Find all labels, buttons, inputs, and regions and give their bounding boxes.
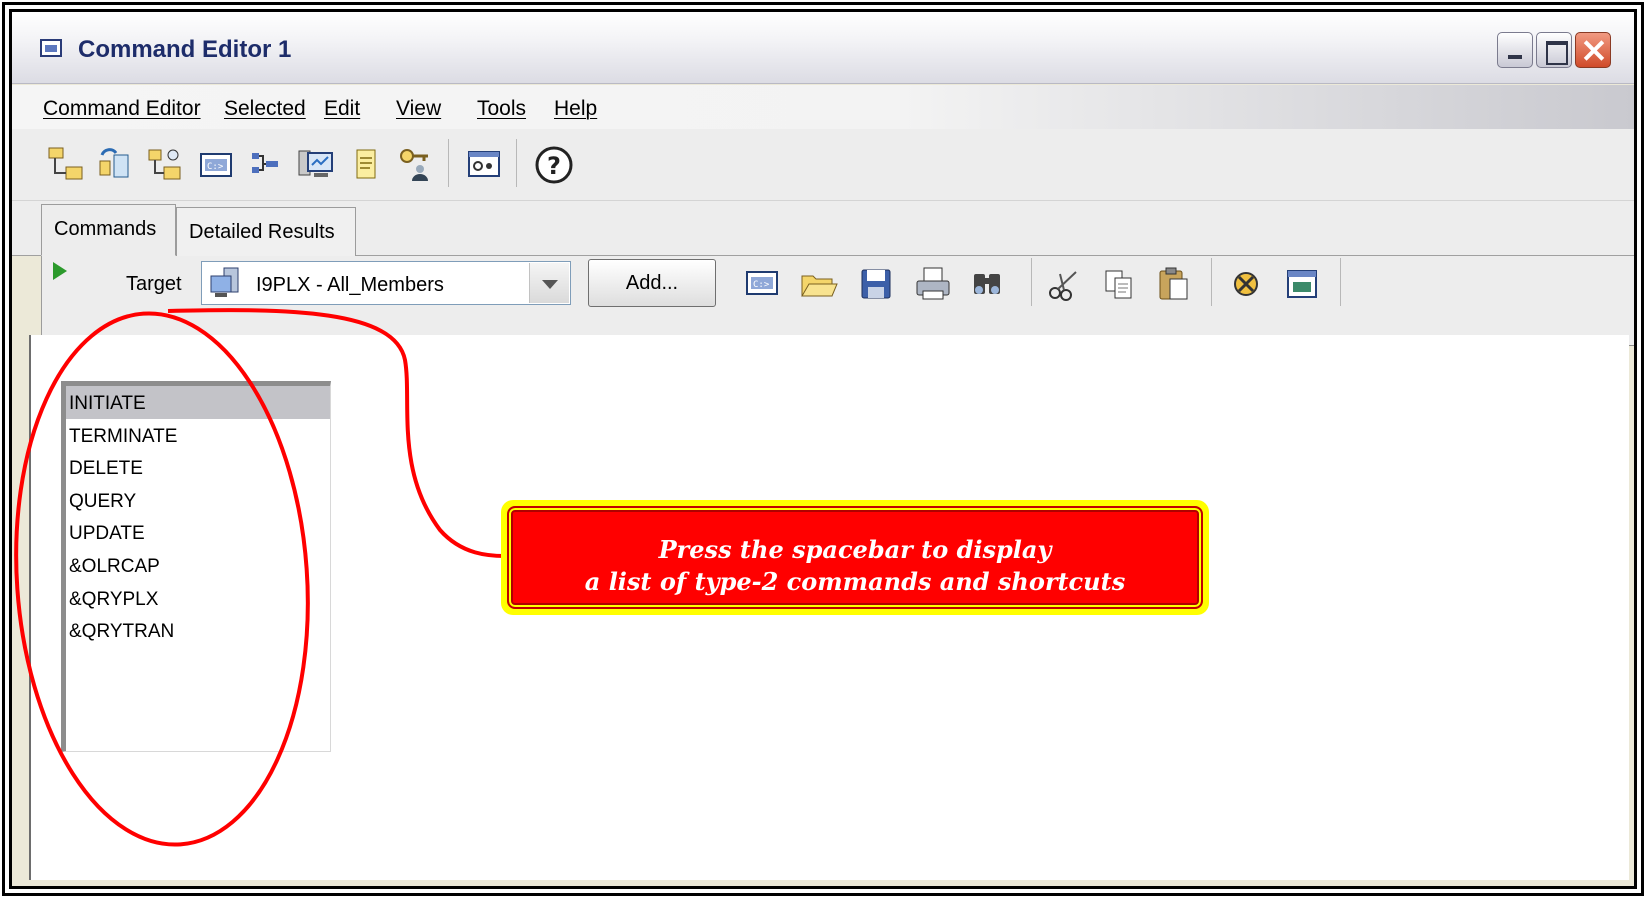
find-icon[interactable] <box>969 266 1005 302</box>
command-list[interactable]: INITIATE TERMINATE DELETE QUERY UPDATE &… <box>61 381 331 752</box>
title-bar[interactable]: Command Editor 1 <box>12 12 1634 84</box>
list-item[interactable]: INITIATE <box>66 386 330 419</box>
run-icon[interactable] <box>53 262 67 280</box>
help-icon[interactable]: ? <box>532 143 576 187</box>
menu-bar: Command Editor Selected Edit View Tools … <box>12 85 1634 129</box>
target-dropdown[interactable]: I9PLX - All_Members <box>201 261 571 305</box>
menu-tools[interactable]: Tools <box>477 97 526 121</box>
target-label: Target <box>126 273 182 295</box>
toolbar-separator <box>448 139 454 187</box>
list-item[interactable]: UPDATE <box>66 516 330 549</box>
window-title: Command Editor 1 <box>78 36 292 63</box>
refresh-tree-icon[interactable] <box>96 145 136 185</box>
maximize-button[interactable] <box>1536 32 1572 68</box>
list-item[interactable]: &OLRCAP <box>66 549 330 582</box>
menu-selected[interactable]: Selected <box>224 97 306 121</box>
list-item[interactable]: QUERY <box>66 484 330 517</box>
cut-icon[interactable] <box>1046 266 1082 302</box>
add-button[interactable]: Add... <box>588 259 716 307</box>
command-prompt-icon[interactable]: C:> <box>744 266 780 302</box>
svg-text:?: ? <box>547 152 561 180</box>
tab-commands[interactable]: Commands <box>41 204 176 256</box>
open-folder-tree-icon[interactable] <box>46 145 86 185</box>
network-icon[interactable] <box>146 145 186 185</box>
close-button[interactable] <box>1575 32 1611 68</box>
target-value: I9PLX - All_Members <box>256 274 444 296</box>
svg-text:C:>: C:> <box>207 162 224 172</box>
list-item[interactable]: TERMINATE <box>66 419 330 452</box>
monitor-icon[interactable] <box>296 145 336 185</box>
open-icon[interactable] <box>799 266 839 302</box>
command-prompt-icon[interactable]: C:> <box>196 145 236 185</box>
copy-icon[interactable] <box>1101 266 1137 302</box>
settings-panel-icon[interactable] <box>464 145 504 185</box>
annotation-callout: Press the spacebar to display a list of … <box>501 500 1209 615</box>
menu-help[interactable]: Help <box>554 97 597 121</box>
menu-edit[interactable]: Edit <box>324 97 360 121</box>
key-user-icon[interactable] <box>396 145 436 185</box>
print-icon[interactable] <box>913 264 953 304</box>
list-item[interactable]: DELETE <box>66 451 330 484</box>
toolbar-separator <box>1340 258 1346 306</box>
notepad-icon[interactable] <box>346 145 386 185</box>
toolbar-separator <box>1031 258 1037 306</box>
window-icon[interactable] <box>1284 266 1320 302</box>
toolbar-separator <box>516 139 522 187</box>
main-toolbar: C:> ? <box>12 129 1634 201</box>
hierarchy-icon[interactable] <box>246 145 286 185</box>
callout-body: Press the spacebar to display a list of … <box>507 506 1203 609</box>
menu-command-editor[interactable]: Command Editor <box>43 97 201 121</box>
callout-line-2: a list of type-2 commands and shortcuts <box>584 567 1126 596</box>
list-item[interactable]: &QRYPLX <box>66 582 330 615</box>
svg-text:C:>: C:> <box>753 280 770 290</box>
toolbar-separator <box>1211 258 1217 306</box>
callout-line-1: Press the spacebar to display <box>658 535 1052 564</box>
tab-strip: Commands Detailed Results <box>12 201 1634 256</box>
save-icon[interactable] <box>858 266 894 302</box>
tab-detailed-results[interactable]: Detailed Results <box>176 207 356 256</box>
menu-view[interactable]: View <box>396 97 441 121</box>
system-group-icon <box>210 267 239 297</box>
list-item[interactable]: &QRYTRAN <box>66 614 330 647</box>
paste-icon[interactable] <box>1155 264 1191 304</box>
app-icon <box>40 39 62 57</box>
minimize-button[interactable] <box>1497 32 1533 68</box>
chevron-down-icon[interactable] <box>529 263 569 303</box>
clear-icon[interactable] <box>1228 266 1264 302</box>
